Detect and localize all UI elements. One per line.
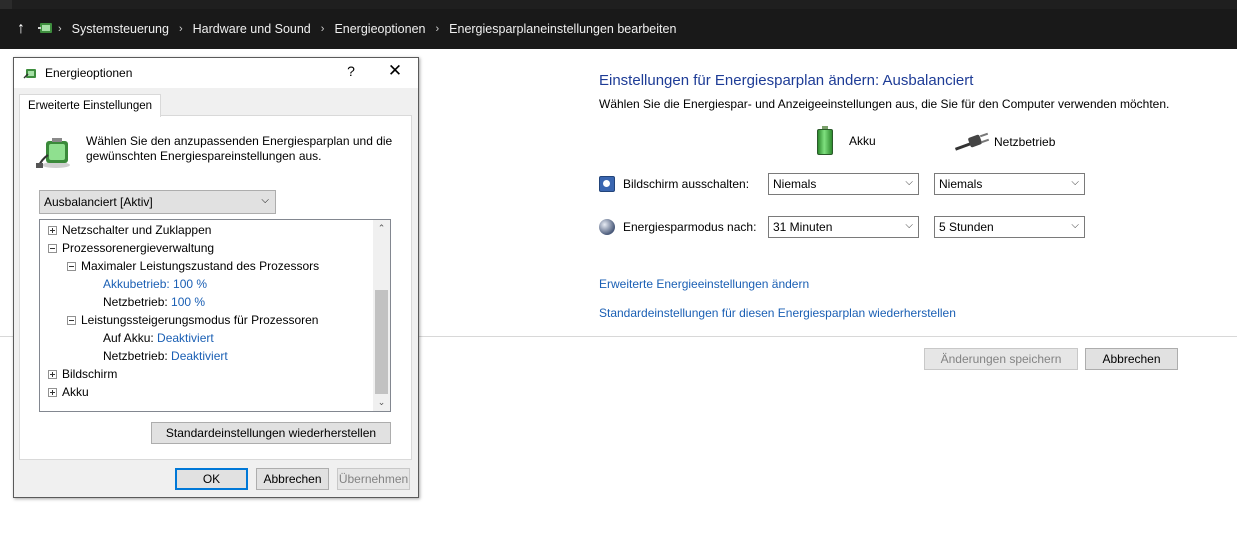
setting-label: Netzbetrieb: — [103, 349, 168, 363]
tree-item-akku[interactable]: Akku — [48, 383, 89, 401]
display-timer-icon — [599, 176, 615, 192]
chevron-down-icon: ⌵ — [1071, 177, 1079, 188]
row-display-off: Bildschirm ausschalten: — [599, 176, 749, 192]
dialog-title: Energieoptionen — [45, 66, 133, 80]
setting-label: Auf Akku: — [103, 331, 154, 345]
chevron-down-icon: ⌵ — [905, 177, 913, 188]
power-options-icon — [23, 69, 36, 79]
display-off-battery-value: Niemals — [773, 177, 817, 191]
expand-plus-icon[interactable] — [48, 369, 57, 379]
chevron-down-icon: ⌵ — [261, 195, 269, 206]
column-label-battery: Akku — [849, 134, 876, 148]
divider — [0, 336, 14, 337]
chevron-right-icon[interactable]: › — [321, 23, 325, 35]
dialog-intro-text: Wählen Sie den anzupassenden Energiespar… — [86, 134, 393, 163]
tree-item-max-power[interactable]: Netzbetrieb: 100 % — [103, 293, 205, 311]
tree-item-boost-power[interactable]: Netzbetrieb: Deaktiviert — [103, 347, 228, 365]
scrollbar-thumb[interactable] — [375, 290, 388, 394]
row-sleep-label: Energiesparmodus nach: — [623, 220, 757, 234]
tree-item-bildschirm[interactable]: Bildschirm — [48, 365, 117, 383]
sleep-moon-icon — [599, 219, 615, 235]
expand-plus-icon[interactable] — [48, 225, 57, 235]
chevron-right-icon: › — [58, 23, 62, 35]
advanced-settings-link[interactable]: Erweiterte Energieeinstellungen ändern — [599, 277, 809, 291]
tree-item-label: Prozessorenergieverwaltung — [62, 241, 215, 255]
column-label-power: Netzbetrieb — [994, 135, 1056, 149]
display-off-power-value: Niemals — [939, 177, 983, 191]
breadcrumb-item-current[interactable]: Energiesparplaneinstellungen bearbeiten — [449, 22, 676, 36]
row-sleep: Energiesparmodus nach: — [599, 219, 756, 235]
tab-advanced-settings[interactable]: Erweiterte Einstellungen — [19, 94, 162, 117]
chevron-down-icon: ⌵ — [1071, 220, 1079, 231]
chevron-right-icon[interactable]: › — [179, 23, 183, 35]
up-arrow-icon[interactable]: ↑ — [11, 18, 31, 40]
setting-label: Netzbetrieb: — [103, 295, 168, 309]
tree-item-label: Netzschalter und Zuklappen — [62, 223, 212, 237]
tree-item-netzschalter[interactable]: Netzschalter und Zuklappen — [48, 221, 211, 239]
display-off-power-select[interactable]: Niemals ⌵ — [934, 173, 1085, 195]
tree-scrollbar[interactable]: ⌃ ⌄ — [373, 220, 390, 411]
breadcrumb-item-systemsteuerung[interactable]: Systemsteuerung — [72, 22, 169, 36]
sleep-power-value: 5 Stunden — [939, 220, 994, 234]
address-bar: ↑ › Systemsteuerung › Hardware und Sound… — [0, 9, 1237, 49]
tree-item-boost-battery[interactable]: Auf Akku: Deaktiviert — [103, 329, 214, 347]
divider — [418, 336, 1237, 337]
setting-value[interactable]: 100 % — [173, 277, 207, 291]
dialog-titlebar[interactable]: Energieoptionen ? ✕ — [14, 58, 418, 88]
help-button[interactable]: ? — [344, 63, 358, 79]
cancel-button[interactable]: Abbrechen — [1085, 348, 1178, 370]
collapse-minus-icon[interactable] — [67, 261, 76, 271]
power-plan-value: Ausbalanciert [Aktiv] — [44, 195, 153, 209]
setting-value[interactable]: 100 % — [171, 295, 205, 309]
power-options-dialog: Energieoptionen ? ✕ Erweiterte Einstellu… — [13, 57, 419, 498]
power-plan-icon — [36, 138, 70, 168]
battery-icon — [816, 126, 834, 156]
settings-tree[interactable]: Netzschalter und Zuklappen Prozessorener… — [39, 219, 391, 412]
scroll-down-icon[interactable]: ⌄ — [373, 394, 390, 411]
collapse-minus-icon[interactable] — [48, 243, 57, 253]
title-strip — [0, 0, 1237, 9]
restore-defaults-button[interactable]: Standardeinstellungen wiederherstellen — [151, 422, 391, 444]
sleep-battery-select[interactable]: 31 Minuten ⌵ — [768, 216, 919, 238]
tree-item-label: Maximaler Leistungszustand des Prozessor… — [81, 259, 320, 273]
tree-item-label: Leistungssteigerungsmodus für Prozessore… — [81, 313, 319, 327]
setting-value[interactable]: Deaktiviert — [171, 349, 228, 363]
tree-item-prozessor[interactable]: Prozessorenergieverwaltung — [48, 239, 214, 257]
setting-label: Akkubetrieb: — [103, 277, 170, 291]
title-strip-tab — [0, 0, 12, 9]
dialog-cancel-button[interactable]: Abbrechen — [256, 468, 329, 490]
sleep-power-select[interactable]: 5 Stunden ⌵ — [934, 216, 1085, 238]
control-panel-icon — [38, 23, 52, 33]
page-title: Einstellungen für Energiesparplan ändern… — [599, 72, 974, 89]
ok-button[interactable]: OK — [175, 468, 248, 490]
chevron-down-icon: ⌵ — [905, 220, 913, 231]
display-off-battery-select[interactable]: Niemals ⌵ — [768, 173, 919, 195]
tree-item-label: Bildschirm — [62, 367, 118, 381]
tree-item-max-state[interactable]: Maximaler Leistungszustand des Prozessor… — [67, 257, 319, 275]
close-icon[interactable]: ✕ — [385, 61, 405, 81]
column-header-power: Netzbetrieb — [954, 131, 1056, 153]
apply-button[interactable]: Übernehmen — [337, 468, 410, 490]
breadcrumb-item-hardware[interactable]: Hardware und Sound — [193, 22, 311, 36]
expand-plus-icon[interactable] — [48, 387, 57, 397]
chevron-right-icon[interactable]: › — [435, 23, 439, 35]
sleep-battery-value: 31 Minuten — [773, 220, 833, 234]
scroll-up-icon[interactable]: ⌃ — [373, 220, 390, 237]
tree-item-max-battery[interactable]: Akkubetrieb: 100 % — [103, 275, 207, 293]
power-plan-select[interactable]: Ausbalanciert [Aktiv] ⌵ — [39, 190, 276, 214]
setting-value[interactable]: Deaktiviert — [157, 331, 214, 345]
save-changes-button[interactable]: Änderungen speichern — [924, 348, 1078, 370]
power-plug-icon — [954, 131, 990, 153]
restore-defaults-link[interactable]: Standardeinstellungen für diesen Energie… — [599, 306, 956, 320]
breadcrumb-item-energieoptionen[interactable]: Energieoptionen — [334, 22, 425, 36]
page-subtitle: Wählen Sie die Energiespar- und Anzeigee… — [599, 97, 1170, 111]
tree-item-boost[interactable]: Leistungssteigerungsmodus für Prozessore… — [67, 311, 318, 329]
breadcrumb: › Systemsteuerung › Hardware und Sound ›… — [58, 18, 676, 40]
row-display-off-label: Bildschirm ausschalten: — [623, 177, 750, 191]
collapse-minus-icon[interactable] — [67, 315, 76, 325]
column-header-battery: Akku — [816, 126, 876, 156]
tree-item-label: Akku — [62, 385, 89, 399]
